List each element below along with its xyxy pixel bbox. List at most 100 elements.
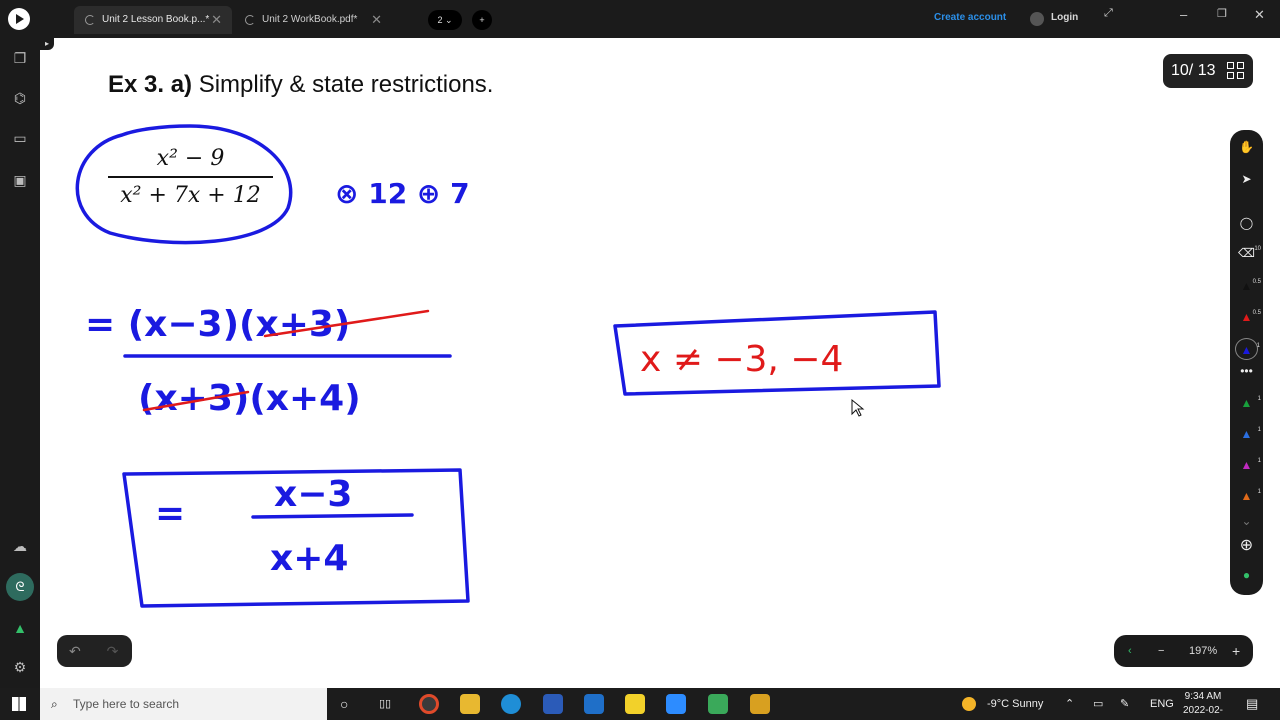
previous-page-icon[interactable]: ‹ bbox=[1128, 635, 1132, 667]
zoom-app-icon[interactable] bbox=[666, 694, 686, 714]
close-window-button[interactable]: ✕ bbox=[1254, 7, 1265, 23]
handwriting-layer: ⊗ 12 ⊕ 7 = (x−3)(x+3) (x+3)(x+4) = x−3 x… bbox=[75, 124, 941, 608]
chrome-icon[interactable] bbox=[419, 694, 439, 714]
highlighter-orange-icon[interactable]: ▲ 1 bbox=[1235, 485, 1261, 507]
title-bar: Unit 2 Lesson Book.p...* ✕ Unit 2 WorkBo… bbox=[0, 0, 1280, 38]
highlighter-size: 1 bbox=[1257, 458, 1261, 464]
pen-size: 0.5 bbox=[1252, 279, 1261, 285]
tab-label: Unit 2 Lesson Book.p...* bbox=[102, 14, 210, 25]
pen-size: 0.5 bbox=[1252, 310, 1261, 316]
search-placeholder: Type here to search bbox=[73, 697, 180, 711]
grid-view-icon[interactable] bbox=[1227, 62, 1245, 80]
language-indicator[interactable]: ENG bbox=[1150, 688, 1174, 720]
zoom-out-icon[interactable]: − bbox=[1158, 635, 1164, 667]
lasso-icon[interactable]: ◯ bbox=[1235, 212, 1258, 234]
zoom-level: 197% bbox=[1189, 645, 1218, 657]
pen-icon[interactable]: ✎ bbox=[1120, 688, 1129, 720]
whiteboard-app-icon[interactable] bbox=[708, 694, 728, 714]
chevron-down-icon[interactable]: ⌄ bbox=[1235, 510, 1258, 532]
more-dots-icon[interactable]: ••• bbox=[1235, 360, 1258, 382]
windows-taskbar: ⌕ Type here to search ○ ▯▯ -9°C Sunny ⌃ … bbox=[0, 688, 1280, 720]
device-icon[interactable]: ▭ bbox=[1093, 688, 1103, 720]
highlighter-blue-icon[interactable]: ▲ 1 bbox=[1235, 423, 1261, 445]
app-logo-icon[interactable]: ● bbox=[1235, 564, 1258, 586]
pen-red-icon[interactable]: ▲ 0.5 bbox=[1235, 306, 1261, 328]
windows-start-icon[interactable] bbox=[12, 697, 26, 711]
eraser-icon[interactable]: ⌫ 10 bbox=[1235, 242, 1261, 264]
create-account-link[interactable]: Create account bbox=[934, 12, 1006, 23]
sticky-notes-icon[interactable] bbox=[625, 694, 645, 714]
notifications-icon[interactable]: ▤ bbox=[1246, 688, 1258, 720]
result-numerator: x−3 bbox=[274, 474, 352, 515]
result-denominator: x+4 bbox=[270, 538, 348, 579]
highlighter-size: 1 bbox=[1257, 427, 1261, 433]
weather-text[interactable]: -9°C Sunny bbox=[987, 688, 1043, 720]
tab-workbook[interactable]: Unit 2 WorkBook.pdf* ✕ bbox=[234, 6, 392, 34]
word-icon[interactable] bbox=[543, 694, 563, 714]
eraser-size: 10 bbox=[1254, 246, 1261, 252]
outlook-icon[interactable] bbox=[584, 694, 604, 714]
result-fraction-bar bbox=[251, 513, 414, 519]
chevron-down-icon: ⌄ bbox=[444, 15, 453, 25]
classroom-app-icon[interactable] bbox=[750, 694, 770, 714]
clock-date: 2022-02-24 bbox=[1182, 705, 1224, 720]
pen-black-icon[interactable]: ▲ 0.5 bbox=[1235, 275, 1261, 297]
clock-time: 9:34 AM bbox=[1184, 691, 1222, 702]
hand-icon[interactable]: ✋ bbox=[1235, 136, 1258, 158]
close-icon[interactable]: ✕ bbox=[211, 6, 222, 34]
page-counter[interactable]: 10/ 13 bbox=[1163, 54, 1253, 88]
undo-redo-group: ↶ ↷ bbox=[57, 635, 132, 667]
task-view-icon[interactable]: ▯▯ bbox=[379, 688, 391, 720]
fullscreen-icon[interactable]: ⤢ bbox=[1104, 7, 1113, 20]
left-sidebar: ❐ ⌬ ▭ ▣ ☁ ᘓ ▲ ⚙ bbox=[0, 38, 40, 688]
result-equals-sign: = bbox=[155, 493, 185, 534]
zoom-in-icon[interactable]: + bbox=[1232, 635, 1240, 667]
page-counter-text: 10/ 13 bbox=[1171, 62, 1216, 79]
zoom-controls: ‹ − 197% + bbox=[1114, 635, 1253, 667]
pen-size: 1 bbox=[1256, 343, 1260, 349]
gear-icon[interactable]: ⚙ bbox=[10, 657, 30, 677]
binoculars-icon[interactable]: ⌬ bbox=[10, 88, 30, 108]
circle-annotation bbox=[75, 124, 293, 245]
pages-count: 2 bbox=[437, 15, 443, 25]
tab-lesson-book[interactable]: Unit 2 Lesson Book.p...* ✕ bbox=[74, 6, 232, 34]
edge-icon[interactable] bbox=[501, 694, 521, 714]
clock[interactable]: 9:34 AM 2022-02-24 bbox=[1180, 690, 1226, 720]
whiteboard-canvas[interactable]: ▸ Ex 3. a) Simplify & state restrictions… bbox=[40, 38, 1280, 688]
product-sum-note: ⊗ 12 ⊕ 7 bbox=[335, 177, 470, 210]
plus-icon: + bbox=[479, 15, 485, 25]
pages-icon[interactable]: ❐ bbox=[10, 48, 30, 68]
app-logo-icon[interactable] bbox=[8, 8, 30, 30]
highlighter-size: 1 bbox=[1257, 396, 1261, 402]
open-pages-dropdown[interactable]: 2 ⌄ bbox=[428, 10, 462, 30]
minimize-button[interactable]: – bbox=[1180, 7, 1187, 22]
redo-icon[interactable]: ↷ bbox=[107, 643, 119, 659]
close-icon[interactable]: ✕ bbox=[371, 6, 382, 34]
select-arrow-icon[interactable]: ➤ bbox=[1235, 168, 1258, 190]
undo-icon[interactable]: ↶ bbox=[69, 643, 81, 659]
search-icon: ⌕ bbox=[51, 697, 58, 711]
keyboard-icon[interactable]: ▭ bbox=[10, 128, 30, 148]
login-link[interactable]: Login bbox=[1051, 12, 1078, 23]
taskbar-search[interactable]: ⌕ Type here to search bbox=[40, 688, 327, 720]
restore-button[interactable]: ❐ bbox=[1217, 7, 1227, 20]
new-tab-button[interactable]: + bbox=[472, 10, 492, 30]
cloud-sync-icon[interactable]: ☁ bbox=[10, 536, 30, 556]
save-icon[interactable]: ▣ bbox=[10, 170, 30, 190]
file-explorer-icon[interactable] bbox=[460, 694, 480, 714]
highlighter-green-icon[interactable]: ▲ 1 bbox=[1235, 392, 1261, 414]
cloud-icon bbox=[85, 15, 95, 25]
restriction-text: x ≠ −3, −4 bbox=[640, 339, 843, 380]
chevron-up-icon[interactable]: ⌃ bbox=[1065, 688, 1074, 720]
graduation-cap-icon[interactable]: ▲ bbox=[10, 618, 30, 638]
user-icon bbox=[1030, 12, 1044, 26]
factored-denominator: (x+3)(x+4) bbox=[138, 378, 361, 419]
pen-blue-icon[interactable]: ▲ 1 bbox=[1235, 338, 1260, 360]
cortana-icon[interactable]: ○ bbox=[340, 688, 348, 720]
highlighter-size: 1 bbox=[1257, 489, 1261, 495]
add-tool-icon[interactable]: ⊕ bbox=[1235, 535, 1258, 557]
sun-icon bbox=[962, 697, 976, 711]
collaborate-icon[interactable]: ᘓ bbox=[6, 573, 34, 601]
tool-palette: ✋ ➤ ◯ ⌫ 10 ▲ 0.5 ▲ 0.5 ▲ 1 ••• ▲ 1 ▲ 1 ▲ 1 ▲ 1 ⌄… bbox=[1230, 130, 1263, 595]
highlighter-purple-icon[interactable]: ▲ 1 bbox=[1235, 454, 1261, 476]
